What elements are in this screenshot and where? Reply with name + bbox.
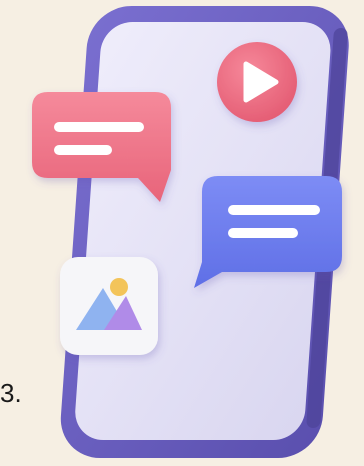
bubble-text-line (228, 205, 320, 215)
bubble-text-line (228, 228, 298, 238)
play-button (217, 42, 297, 122)
bubble-text-line (54, 145, 112, 155)
chat-bubble-blue (194, 176, 342, 288)
image-card (60, 257, 158, 355)
text-fragment: 3. (0, 378, 22, 408)
bubble-text-line (54, 122, 144, 132)
smartphone-chat-illustration (32, 6, 349, 458)
